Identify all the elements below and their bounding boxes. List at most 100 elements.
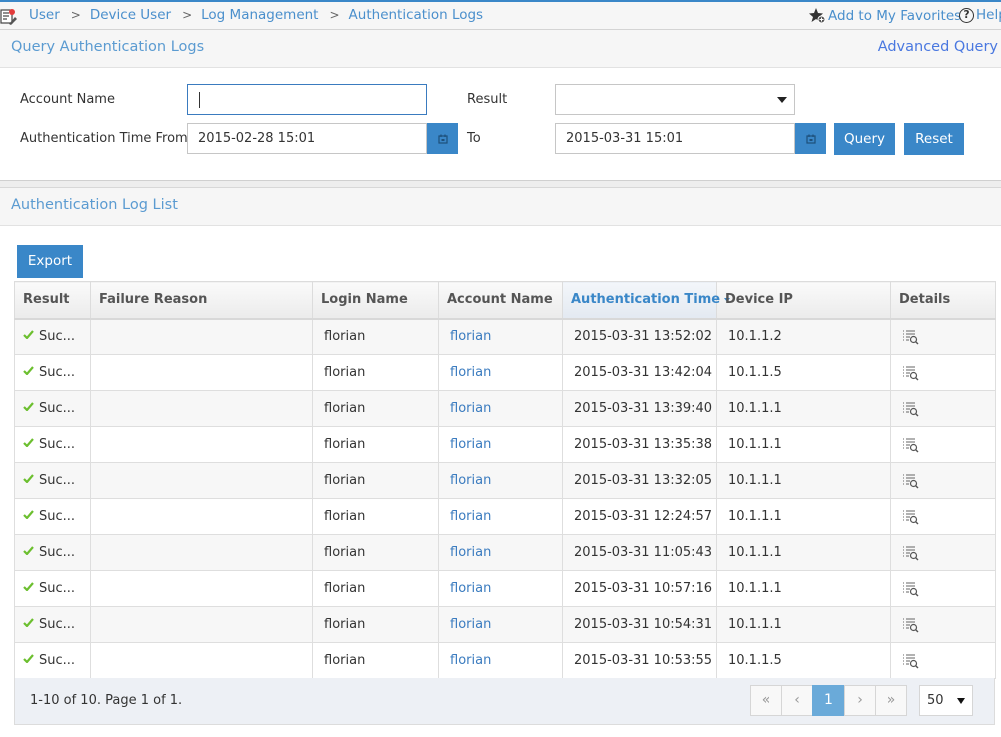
account-name-link[interactable]: florian [438,570,563,607]
column-header-failure-reason[interactable]: Failure Reason [90,281,313,320]
details-view-icon[interactable] [902,473,920,489]
breadcrumb-authentication-logs[interactable]: Authentication Logs [349,7,484,23]
cell-result: Suc... [14,390,91,427]
add-to-favorites-label: Add to My Favorites [828,7,962,24]
account-name-link[interactable]: florian [438,390,563,427]
time-to-input[interactable]: 2015-03-31 15:01 [555,123,795,154]
cell-details [890,534,996,571]
auth-log-table: Result Failure Reason Login Name Account… [14,281,996,679]
first-page-button[interactable]: « [750,685,782,716]
account-name-link[interactable]: florian [438,354,563,391]
previous-page-button[interactable]: ‹ [781,685,813,716]
query-section-header: Query Authentication Logs Advanced Query [0,30,1001,68]
success-check-icon [23,510,34,519]
column-header-account-name[interactable]: Account Name [438,281,563,320]
column-header-device-ip[interactable]: Device IP [716,281,891,320]
account-name-link[interactable]: florian [438,606,563,643]
details-view-icon[interactable] [902,653,920,669]
details-view-icon[interactable] [902,401,920,417]
log-management-icon [0,9,17,25]
cell-device-ip: 10.1.1.2 [716,318,891,355]
cell-device-ip: 10.1.1.1 [716,498,891,535]
next-page-button[interactable]: › [844,685,876,716]
export-button[interactable]: Export [17,245,83,278]
reset-button[interactable]: Reset [904,123,964,155]
breadcrumb-log-management[interactable]: Log Management [201,7,318,23]
table-row[interactable]: Suc... florian florian 2015-03-31 11:05:43 1… [14,534,996,571]
details-view-icon[interactable] [902,509,920,525]
success-check-icon [23,546,34,555]
cell-device-ip: 10.1.1.5 [716,642,891,679]
breadcrumb: User > Device User > Log Management > Authenti… [29,7,483,23]
details-view-icon[interactable] [902,581,920,597]
cell-authentication-time: 2015-03-31 11:05:43 [562,534,717,571]
help-link[interactable]: ? Help [959,7,1001,23]
result-text: Suc... [39,545,76,560]
cell-authentication-time: 2015-03-31 13:39:40 [562,390,717,427]
account-name-link[interactable]: florian [438,498,563,535]
cell-details [890,642,996,679]
account-name-link[interactable]: florian [438,534,563,571]
table-row[interactable]: Suc... florian florian 2015-03-31 10:57:16 1… [14,570,996,607]
breadcrumb-user[interactable]: User [29,7,60,23]
details-view-icon[interactable] [902,437,920,453]
time-from-calendar-button[interactable] [427,123,458,154]
cell-device-ip: 10.1.1.1 [716,534,891,571]
cell-failure-reason [90,570,313,607]
page-button-current[interactable]: 1 [812,685,845,716]
help-label: Help [976,7,1001,23]
add-to-favorites-link[interactable]: Add to My Favorites [808,7,961,24]
account-name-link[interactable]: florian [438,318,563,355]
cell-details [890,570,996,607]
cell-details [890,462,996,499]
table-row[interactable]: Suc... florian florian 2015-03-31 12:24:57 1… [14,498,996,535]
last-page-button[interactable]: » [875,685,907,716]
cell-result: Suc... [14,534,91,571]
cell-result: Suc... [14,642,91,679]
cell-result: Suc... [14,606,91,643]
time-to-value: 2015-03-31 15:01 [566,131,684,146]
time-from-label: Authentication Time From [20,131,188,146]
cell-device-ip: 10.1.1.1 [716,606,891,643]
details-view-icon[interactable] [902,329,920,345]
cell-login-name: florian [312,498,439,535]
cell-failure-reason [90,462,313,499]
account-name-input[interactable] [187,84,427,115]
table-row[interactable]: Suc... florian florian 2015-03-31 13:42:04 1… [14,354,996,391]
column-header-label: Device IP [725,292,793,308]
cell-authentication-time: 2015-03-31 10:54:31 [562,606,717,643]
cell-login-name: florian [312,354,439,391]
time-from-input[interactable]: 2015-02-28 15:01 [187,123,427,154]
table-row[interactable]: Suc... florian florian 2015-03-31 13:52:02 1… [14,318,996,355]
advanced-query-link[interactable]: Advanced Query [878,39,998,55]
account-name-link[interactable]: florian [438,462,563,499]
account-name-link[interactable]: florian [438,642,563,679]
page-size-select[interactable]: 50 [919,685,973,716]
table-row[interactable]: Suc... florian florian 2015-03-31 10:54:31 1… [14,606,996,643]
time-to-calendar-button[interactable] [795,123,826,154]
table-row[interactable]: Suc... florian florian 2015-03-31 13:32:05 1… [14,462,996,499]
cell-result: Suc... [14,318,91,355]
success-check-icon [23,438,34,447]
breadcrumb-separator: > [70,8,81,22]
account-name-link[interactable]: florian [438,426,563,463]
cell-result: Suc... [14,426,91,463]
cell-result: Suc... [14,570,91,607]
breadcrumb-device-user[interactable]: Device User [90,7,171,23]
query-button[interactable]: Query [834,123,895,155]
details-view-icon[interactable] [902,617,920,633]
details-view-icon[interactable] [902,545,920,561]
cell-failure-reason [90,318,313,355]
table-row[interactable]: Suc... florian florian 2015-03-31 13:39:40 1… [14,390,996,427]
table-row[interactable]: Suc... florian florian 2015-03-31 13:35:38 1… [14,426,996,463]
column-header-label: Result [23,292,70,308]
details-view-icon[interactable] [902,365,920,381]
column-header-result[interactable]: Result [14,281,91,320]
cell-authentication-time: 2015-03-31 13:42:04 [562,354,717,391]
column-header-login-name[interactable]: Login Name [312,281,439,320]
top-bar: User > Device User > Log Management > Authenti… [0,0,1001,30]
column-header-authentication-time[interactable]: Authentication Time [562,281,731,320]
time-to-label: To [467,131,481,146]
table-row[interactable]: Suc... florian florian 2015-03-31 10:53:55 1… [14,642,996,679]
result-select[interactable] [555,84,795,115]
